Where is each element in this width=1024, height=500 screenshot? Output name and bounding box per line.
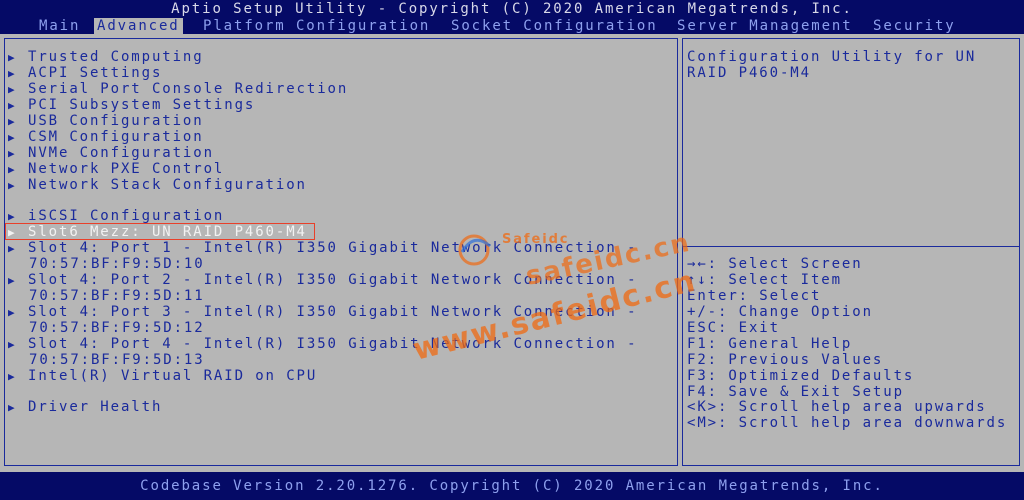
menu-item-csm-configuration[interactable]: ▶ CSM Configuration	[8, 129, 204, 145]
tab-main[interactable]: Main	[36, 18, 83, 34]
submenu-arrow-icon: ▶	[8, 401, 15, 414]
submenu-arrow-icon: ▶	[8, 83, 15, 96]
menu-item-trusted-computing[interactable]: ▶ Trusted Computing	[8, 49, 204, 65]
key-help-exit: ESC: Exit	[687, 320, 780, 336]
menu-item-slot4-port2-mac: 70:57:BF:F9:5D:11	[29, 288, 205, 304]
submenu-arrow-icon: ▶	[8, 99, 15, 112]
menu-item-nvme-configuration[interactable]: ▶ NVMe Configuration	[8, 145, 214, 161]
bios-screen: Aptio Setup Utility - Copyright (C) 2020…	[0, 0, 1024, 500]
menu-item-serial-port-console-redirection[interactable]: ▶ Serial Port Console Redirection	[8, 81, 348, 97]
tab-bar: Main Advanced Platform Configuration Soc…	[0, 18, 1024, 34]
key-help-select-screen: →←: Select Screen	[687, 256, 863, 272]
menu-item-slot4-port3[interactable]: ▶ Slot 4: Port 3 - Intel(R) I350 Gigabit …	[8, 304, 637, 320]
key-help-scroll-down: <M>: Scroll help area downwards	[687, 415, 1008, 431]
menu-item-network-pxe-control[interactable]: ▶ Network PXE Control	[8, 161, 224, 177]
selection-highlight-box	[5, 223, 315, 240]
help-description-line: Configuration Utility for UN	[687, 49, 977, 65]
submenu-arrow-icon: ▶	[8, 338, 15, 351]
submenu-arrow-icon: ▶	[8, 370, 15, 383]
menu-item-slot4-port3-mac: 70:57:BF:F9:5D:12	[29, 320, 205, 336]
submenu-arrow-icon: ▶	[8, 179, 15, 192]
help-divider	[682, 246, 1020, 247]
key-help-optimized-defaults: F3: Optimized Defaults	[687, 368, 915, 384]
tab-socket-configuration[interactable]: Socket Configuration	[448, 18, 661, 34]
menu-item-slot4-port4[interactable]: ▶ Slot 4: Port 4 - Intel(R) I350 Gigabit …	[8, 336, 637, 352]
submenu-arrow-icon: ▶	[8, 67, 15, 80]
submenu-arrow-icon: ▶	[8, 147, 15, 160]
menu-item-slot4-port1-mac: 70:57:BF:F9:5D:10	[29, 256, 205, 272]
menu-item-pci-subsystem-settings[interactable]: ▶ PCI Subsystem Settings	[8, 97, 255, 113]
menu-item-slot4-port1[interactable]: ▶ Slot 4: Port 1 - Intel(R) I350 Gigabit …	[8, 240, 637, 256]
footer-text: Codebase Version 2.20.1276. Copyright (C…	[140, 478, 884, 494]
key-help-save-exit: F4: Save & Exit Setup	[687, 384, 904, 400]
tab-advanced[interactable]: Advanced	[94, 18, 183, 34]
menu-item-driver-health[interactable]: ▶ Driver Health	[8, 399, 162, 415]
menu-item-slot4-port4-mac: 70:57:BF:F9:5D:13	[29, 352, 205, 368]
title-bar: Aptio Setup Utility - Copyright (C) 2020…	[171, 1, 853, 17]
submenu-arrow-icon: ▶	[8, 274, 15, 287]
submenu-arrow-icon: ▶	[8, 51, 15, 64]
menu-item-acpi-settings[interactable]: ▶ ACPI Settings	[8, 65, 162, 81]
key-help-select-item: ↑↓: Select Item	[687, 272, 842, 288]
menu-item-network-stack-configuration[interactable]: ▶ Network Stack Configuration	[8, 177, 307, 193]
footer-bar: Codebase Version 2.20.1276. Copyright (C…	[0, 472, 1024, 500]
submenu-arrow-icon: ▶	[8, 131, 15, 144]
submenu-arrow-icon: ▶	[8, 306, 15, 319]
key-help-general-help: F1: General Help	[687, 336, 853, 352]
key-help-change-option: +/-: Change Option	[687, 304, 873, 320]
menu-item-intel-vroc[interactable]: ▶ Intel(R) Virtual RAID on CPU	[8, 368, 317, 384]
key-help-previous-values: F2: Previous Values	[687, 352, 884, 368]
key-help-enter: Enter: Select	[687, 288, 822, 304]
tab-platform-configuration[interactable]: Platform Configuration	[200, 18, 433, 34]
tab-server-management[interactable]: Server Management	[674, 18, 856, 34]
submenu-arrow-icon: ▶	[8, 163, 15, 176]
submenu-arrow-icon: ▶	[8, 115, 15, 128]
key-help-scroll-up: <K>: Scroll help area upwards	[687, 399, 987, 415]
help-description-line: RAID P460-M4	[687, 65, 811, 81]
tab-security[interactable]: Security	[870, 18, 959, 34]
menu-item-slot4-port2[interactable]: ▶ Slot 4: Port 2 - Intel(R) I350 Gigabit …	[8, 272, 637, 288]
menu-item-usb-configuration[interactable]: ▶ USB Configuration	[8, 113, 204, 129]
submenu-arrow-icon: ▶	[8, 242, 15, 255]
menu-item-iscsi-configuration[interactable]: ▶ iSCSI Configuration	[8, 208, 224, 224]
